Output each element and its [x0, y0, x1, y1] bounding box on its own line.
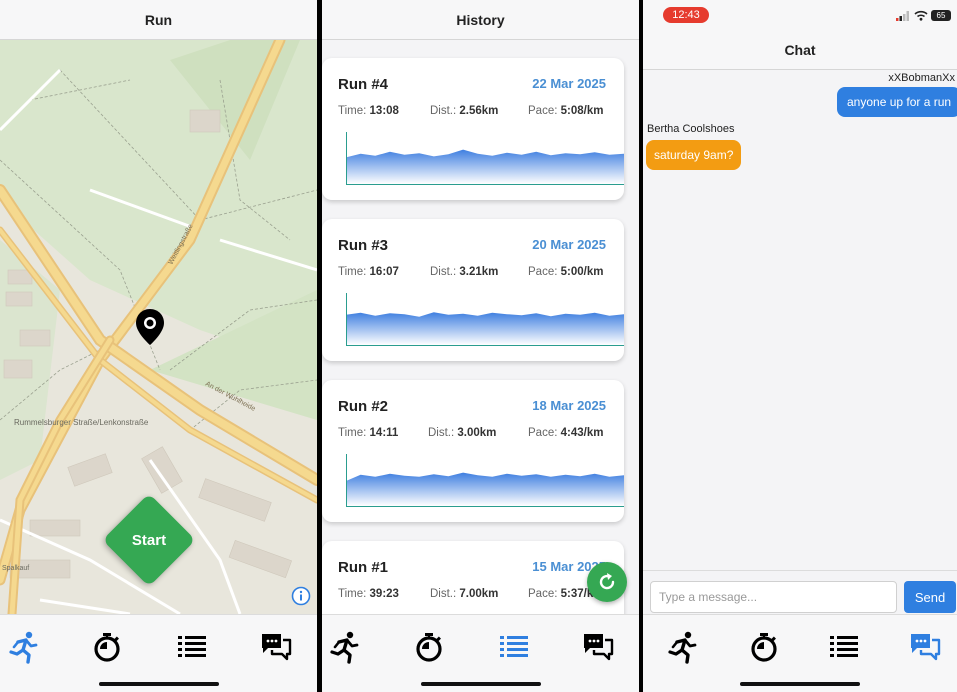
tab-bar: [322, 614, 639, 692]
tab-timer[interactable]: [89, 629, 125, 665]
tab-chat[interactable]: [907, 629, 943, 665]
street-label: Spalkauf: [2, 565, 29, 572]
pace-profile-area: [346, 472, 624, 506]
run-pace: Pace: 5:00/km: [528, 266, 604, 278]
info-icon[interactable]: [291, 586, 311, 606]
runner-icon: [9, 631, 38, 664]
tab-history[interactable]: [826, 629, 862, 665]
start-button-label: Start: [131, 531, 167, 549]
tab-bar: [0, 614, 317, 692]
pace-chart: [346, 454, 624, 507]
tab-run[interactable]: [6, 629, 42, 665]
wifi-icon: [914, 10, 928, 21]
message-bubble-incoming: saturday 9am?: [646, 140, 742, 170]
history-screen: History Run #4 22 Mar 2025 Time: 13:08 D…: [322, 0, 639, 692]
stopwatch-icon: [751, 633, 777, 662]
home-indicator: [420, 682, 541, 686]
pace-profile-area: [346, 312, 624, 345]
battery-icon: 65: [931, 10, 951, 21]
tab-timer[interactable]: [411, 629, 447, 665]
stopwatch-icon: [416, 633, 442, 662]
run-card[interactable]: Run #2 18 Mar 2025 Time: 14:11 Dist.: 3.…: [322, 380, 624, 522]
message-sender: Bertha Coolshoes: [647, 123, 735, 135]
home-indicator: [740, 682, 860, 686]
run-distance: Dist.: 2.56km: [430, 105, 499, 117]
chat-icon: [911, 634, 941, 661]
start-button[interactable]: Start: [102, 493, 196, 587]
signal-icon: [896, 11, 909, 21]
stopwatch-icon: [94, 633, 120, 662]
page-title: Run: [144, 11, 173, 28]
run-time: Time: 13:08: [338, 105, 399, 117]
location-pin-icon: [136, 309, 164, 345]
tab-run[interactable]: [665, 629, 701, 665]
status-time: 12:43: [663, 7, 709, 23]
pace-chart: [346, 293, 624, 346]
refresh-button[interactable]: [587, 562, 627, 602]
run-time: Time: 39:23: [338, 588, 399, 600]
tab-bar: [643, 614, 957, 692]
list-icon: [500, 636, 528, 657]
run-card[interactable]: Run #4 22 Mar 2025 Time: 13:08 Dist.: 2.…: [322, 58, 624, 200]
message-composer: Send: [643, 570, 957, 618]
run-title: Run #3: [338, 237, 389, 254]
chat-icon: [584, 634, 614, 661]
list-icon: [178, 636, 206, 657]
refresh-icon: [599, 573, 615, 590]
runner-icon: [330, 631, 359, 664]
run-title: Run #4: [338, 76, 389, 93]
tab-timer[interactable]: [746, 629, 782, 665]
run-distance: Dist.: 7.00km: [430, 588, 499, 600]
street-label: Rummelsburger Straße/Lenkonstraße: [14, 418, 149, 427]
run-title: Run #2: [338, 398, 389, 415]
run-pace: Pace: 5:08/km: [528, 105, 604, 117]
chat-screen: 12:43 65 Chat xXBobmanXx anyone up for a…: [643, 0, 957, 692]
send-button[interactable]: Send: [904, 581, 956, 613]
history-header: History: [322, 0, 639, 40]
run-time: Time: 14:11: [338, 427, 399, 439]
run-date: 20 Mar 2025: [532, 237, 606, 252]
runner-icon: [668, 631, 697, 664]
run-distance: Dist.: 3.21km: [430, 266, 499, 278]
tab-chat[interactable]: [580, 629, 616, 665]
pace-profile-area: [346, 149, 624, 184]
tab-history[interactable]: [174, 629, 210, 665]
message-sender: xXBobmanXx: [888, 72, 955, 84]
tab-history[interactable]: [496, 629, 532, 665]
run-pace: Pace: 4:43/km: [528, 427, 604, 439]
run-header: Run: [0, 0, 317, 40]
message-input[interactable]: [650, 581, 897, 613]
page-title: Chat: [784, 41, 816, 58]
chat-header: Chat: [643, 30, 957, 70]
run-title: Run #1: [338, 559, 389, 576]
run-date: 18 Mar 2025: [532, 398, 606, 413]
home-indicator: [98, 682, 219, 686]
battery-level: 65: [936, 11, 946, 20]
run-screen: Run Weitlingstraße An der Wuhlheide Rumm…: [0, 0, 317, 692]
pace-chart: [346, 132, 624, 185]
chat-icon: [262, 634, 292, 661]
run-date: 22 Mar 2025: [532, 76, 606, 91]
message-bubble-outgoing: anyone up for a run: [837, 87, 957, 117]
tab-chat[interactable]: [258, 629, 294, 665]
run-distance: Dist.: 3.00km: [428, 427, 497, 439]
run-time: Time: 16:07: [338, 266, 399, 278]
status-bar: 12:43 65: [643, 0, 957, 30]
page-title: History: [456, 11, 505, 28]
run-card[interactable]: Run #3 20 Mar 2025 Time: 16:07 Dist.: 3.…: [322, 219, 624, 361]
tab-run[interactable]: [327, 629, 363, 665]
list-icon: [830, 636, 858, 657]
